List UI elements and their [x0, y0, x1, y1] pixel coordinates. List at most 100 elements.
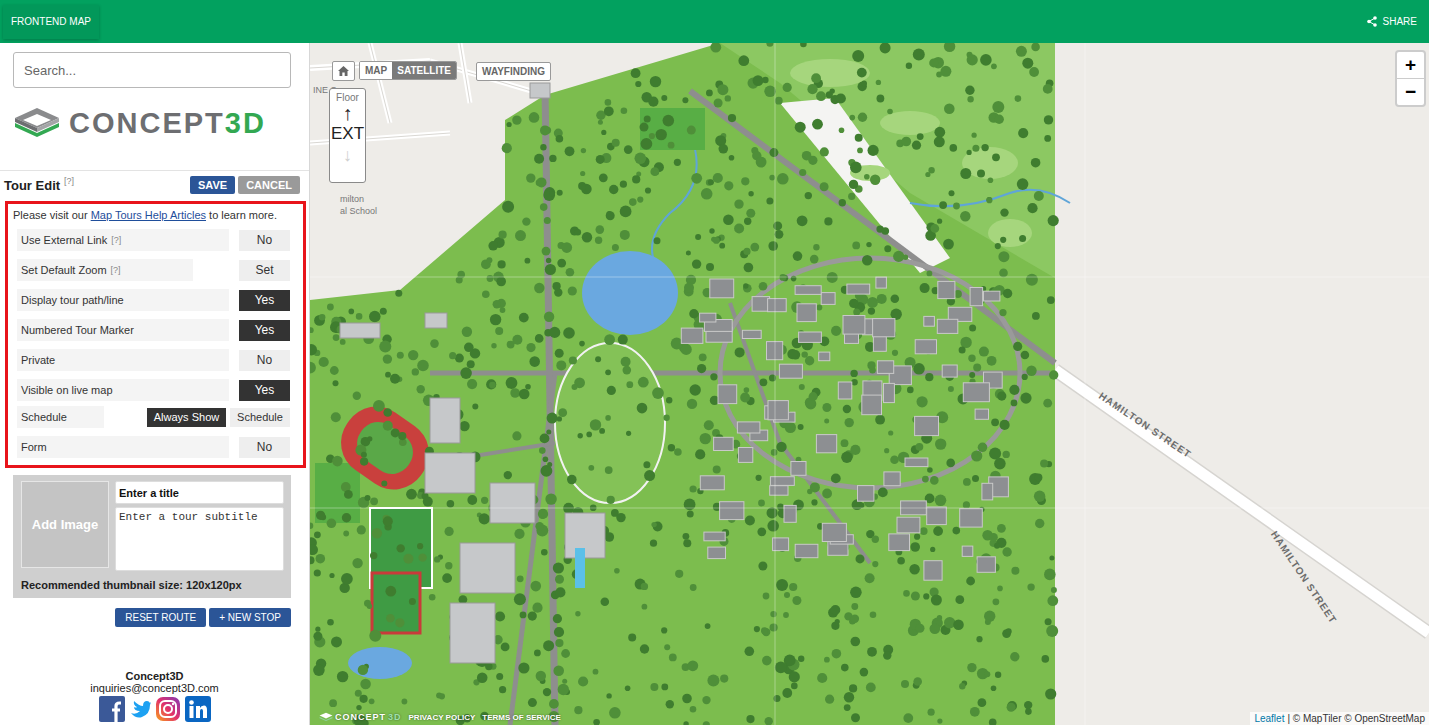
- help-link[interactable]: [?]: [64, 176, 74, 186]
- tree: [857, 148, 863, 154]
- tree: [430, 339, 439, 348]
- toggle-value[interactable]: Yes: [255, 383, 275, 397]
- schedule-option-label[interactable]: Always Show: [154, 411, 219, 423]
- tree: [514, 529, 524, 539]
- share-label[interactable]: SHARE: [1383, 16, 1417, 27]
- map-view-tab-label[interactable]: SATELLITE: [397, 65, 451, 76]
- tree: [989, 448, 1001, 460]
- tree: [991, 418, 999, 426]
- map-view-tab-label[interactable]: MAP: [365, 65, 387, 76]
- leaflet-link[interactable]: Leaflet: [1254, 713, 1284, 724]
- new-stop-button[interactable]: + NEW STOP: [209, 608, 291, 627]
- map-canvas[interactable]: [310, 43, 1429, 725]
- set-button[interactable]: Set: [239, 260, 290, 281]
- wayfinding-label[interactable]: WAYFINDING: [482, 66, 545, 77]
- tree: [841, 664, 849, 672]
- help-articles-link[interactable]: Map Tours Help Articles: [91, 209, 206, 221]
- tree: [989, 533, 997, 541]
- privacy-policy-link[interactable]: PRIVACY POLICY: [409, 713, 476, 722]
- tree: [795, 122, 806, 133]
- intro-text: to learn more.: [206, 209, 277, 221]
- add-image-button[interactable]: Add Image: [21, 481, 109, 568]
- set-button-label[interactable]: Set: [255, 263, 273, 277]
- toggle-button[interactable]: No: [239, 350, 290, 371]
- tree: [506, 377, 518, 389]
- tree: [1045, 688, 1056, 699]
- tree: [799, 169, 806, 176]
- terms-link[interactable]: TERMS OF SERVICE: [482, 713, 561, 722]
- help-link[interactable]: [?]: [111, 265, 121, 275]
- tree: [605, 466, 613, 474]
- toggle-value[interactable]: No: [257, 233, 272, 247]
- toggle-button[interactable]: No: [239, 437, 290, 458]
- twitter-icon[interactable]: [129, 696, 151, 722]
- cancel-button[interactable]: CANCEL: [238, 176, 300, 194]
- track-infield: [349, 414, 421, 482]
- tree: [1042, 655, 1050, 663]
- tree: [566, 268, 575, 277]
- frontend-map-label[interactable]: FRONTEND MAP: [11, 16, 91, 27]
- campus-map[interactable]: INE Smiltonal SchoolHAMILTON STREETHAMIL…: [310, 43, 1429, 725]
- tree: [650, 540, 657, 547]
- map-feature: [460, 43, 470, 103]
- tree: [578, 182, 586, 190]
- search-input[interactable]: [13, 52, 291, 88]
- toggle-value[interactable]: Yes: [255, 293, 275, 307]
- toggle-value[interactable]: No: [257, 440, 272, 454]
- tree: [775, 97, 783, 105]
- add-image-label[interactable]: Add Image: [32, 517, 98, 532]
- tour-subtitle-input[interactable]: [115, 507, 284, 571]
- reset-route-button[interactable]: RESET ROUTE: [115, 608, 206, 627]
- toggle-button[interactable]: Yes: [239, 290, 290, 311]
- tree: [687, 660, 698, 671]
- zoom-out-button[interactable]: −: [1397, 79, 1424, 105]
- setting-row: Display tour path/lineYes: [17, 289, 290, 311]
- share-icon[interactable]: [1367, 16, 1377, 27]
- tile-seam: [310, 277, 1429, 278]
- tree: [540, 125, 550, 135]
- home-button[interactable]: [332, 61, 355, 81]
- linkedin-icon[interactable]: [185, 696, 211, 722]
- tree: [930, 224, 939, 233]
- zoom-label[interactable]: −: [1405, 81, 1416, 103]
- tour-card: Add ImageRecommended thumbnail size: 120…: [13, 475, 291, 598]
- contact-email[interactable]: inquiries@concept3D.com: [0, 682, 309, 694]
- tree: [817, 305, 823, 311]
- facebook-icon[interactable]: [99, 696, 125, 722]
- schedule-option[interactable]: Schedule: [230, 408, 290, 427]
- schedule-option-label[interactable]: Schedule: [237, 411, 283, 423]
- tree: [534, 650, 541, 657]
- toggle-value[interactable]: No: [257, 353, 272, 367]
- toggle-button[interactable]: No: [239, 230, 290, 251]
- zoom-label[interactable]: +: [1405, 54, 1416, 76]
- map-view-tab[interactable]: MAP: [360, 62, 392, 79]
- tree: [417, 543, 423, 549]
- help-link[interactable]: [?]: [111, 235, 121, 245]
- tree: [887, 109, 893, 115]
- save-button[interactable]: SAVE: [190, 176, 235, 194]
- tree: [709, 228, 714, 233]
- tree: [686, 250, 691, 255]
- share-button[interactable]: SHARE: [1359, 5, 1425, 39]
- tour-title-input[interactable]: [115, 481, 284, 504]
- tree: [713, 237, 720, 244]
- floor-up-button[interactable]: ↑: [343, 103, 353, 123]
- tree: [332, 456, 343, 467]
- zoom-in-button[interactable]: +: [1397, 52, 1424, 79]
- map-feature: [988, 219, 1032, 247]
- building: [924, 561, 942, 581]
- toggle-value[interactable]: Yes: [255, 323, 275, 337]
- frontend-map-button[interactable]: FRONTEND MAP: [3, 5, 99, 39]
- toggle-button[interactable]: Yes: [239, 380, 290, 401]
- map-view-tab[interactable]: SATELLITE: [392, 62, 456, 79]
- toggle-button[interactable]: Yes: [239, 320, 290, 341]
- tree: [748, 191, 753, 196]
- wayfinding-button[interactable]: WAYFINDING: [476, 62, 551, 81]
- decoration: [338, 66, 349, 76]
- instagram-icon[interactable]: [155, 696, 181, 722]
- tree: [735, 347, 745, 357]
- tree: [767, 520, 779, 532]
- tree: [575, 229, 581, 235]
- home-icon[interactable]: [337, 65, 350, 77]
- schedule-option[interactable]: Always Show: [147, 408, 226, 427]
